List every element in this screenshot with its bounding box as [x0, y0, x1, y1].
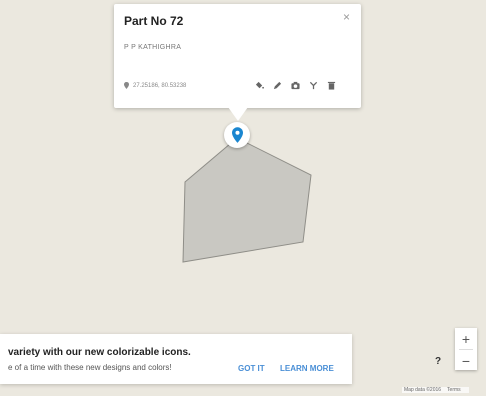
location-pin-icon	[124, 82, 129, 89]
promo-title: variety with our new colorizable icons.	[8, 347, 191, 358]
help-button[interactable]: ?	[431, 356, 445, 370]
route-icon[interactable]	[308, 80, 318, 90]
camera-icon[interactable]	[290, 80, 300, 90]
page-edge-right	[486, 0, 493, 405]
close-button[interactable]: ×	[343, 10, 350, 24]
promo-text: e of a time with these new designs and c…	[8, 363, 172, 372]
zoom-out-button[interactable]: −	[455, 350, 477, 371]
trash-icon[interactable]	[326, 80, 336, 90]
info-window: Part No 72 × P P KATHIGHRA 27.25186, 80.…	[114, 4, 361, 108]
promo-banner: variety with our new colorizable icons. …	[0, 334, 352, 384]
info-toolbar	[254, 80, 336, 90]
parcel-polygon[interactable]	[182, 137, 312, 263]
map-canvas[interactable]: Part No 72 × P P KATHIGHRA 27.25186, 80.…	[0, 0, 493, 405]
info-coordinates: 27.25186, 80.53238	[124, 82, 186, 89]
zoom-in-button[interactable]: +	[455, 328, 477, 349]
map-attribution: Map data ©2016 Terms	[402, 387, 469, 393]
map-marker[interactable]	[224, 122, 250, 148]
map-data-text: Map data ©2016	[404, 387, 442, 393]
terms-link[interactable]: Terms	[447, 387, 461, 393]
learn-more-button[interactable]: LEARN MORE	[280, 364, 334, 373]
paint-bucket-icon[interactable]	[254, 80, 264, 90]
got-it-button[interactable]: GOT IT	[238, 364, 265, 373]
coordinates-text: 27.25186, 80.53238	[133, 82, 187, 89]
info-title: Part No 72	[124, 14, 184, 28]
page-edge-bottom	[0, 396, 493, 405]
zoom-control: + −	[455, 328, 477, 370]
info-window-tail	[228, 107, 248, 121]
pencil-icon[interactable]	[272, 80, 282, 90]
info-subtitle: P P KATHIGHRA	[124, 44, 182, 51]
map-pin-icon	[231, 127, 243, 143]
